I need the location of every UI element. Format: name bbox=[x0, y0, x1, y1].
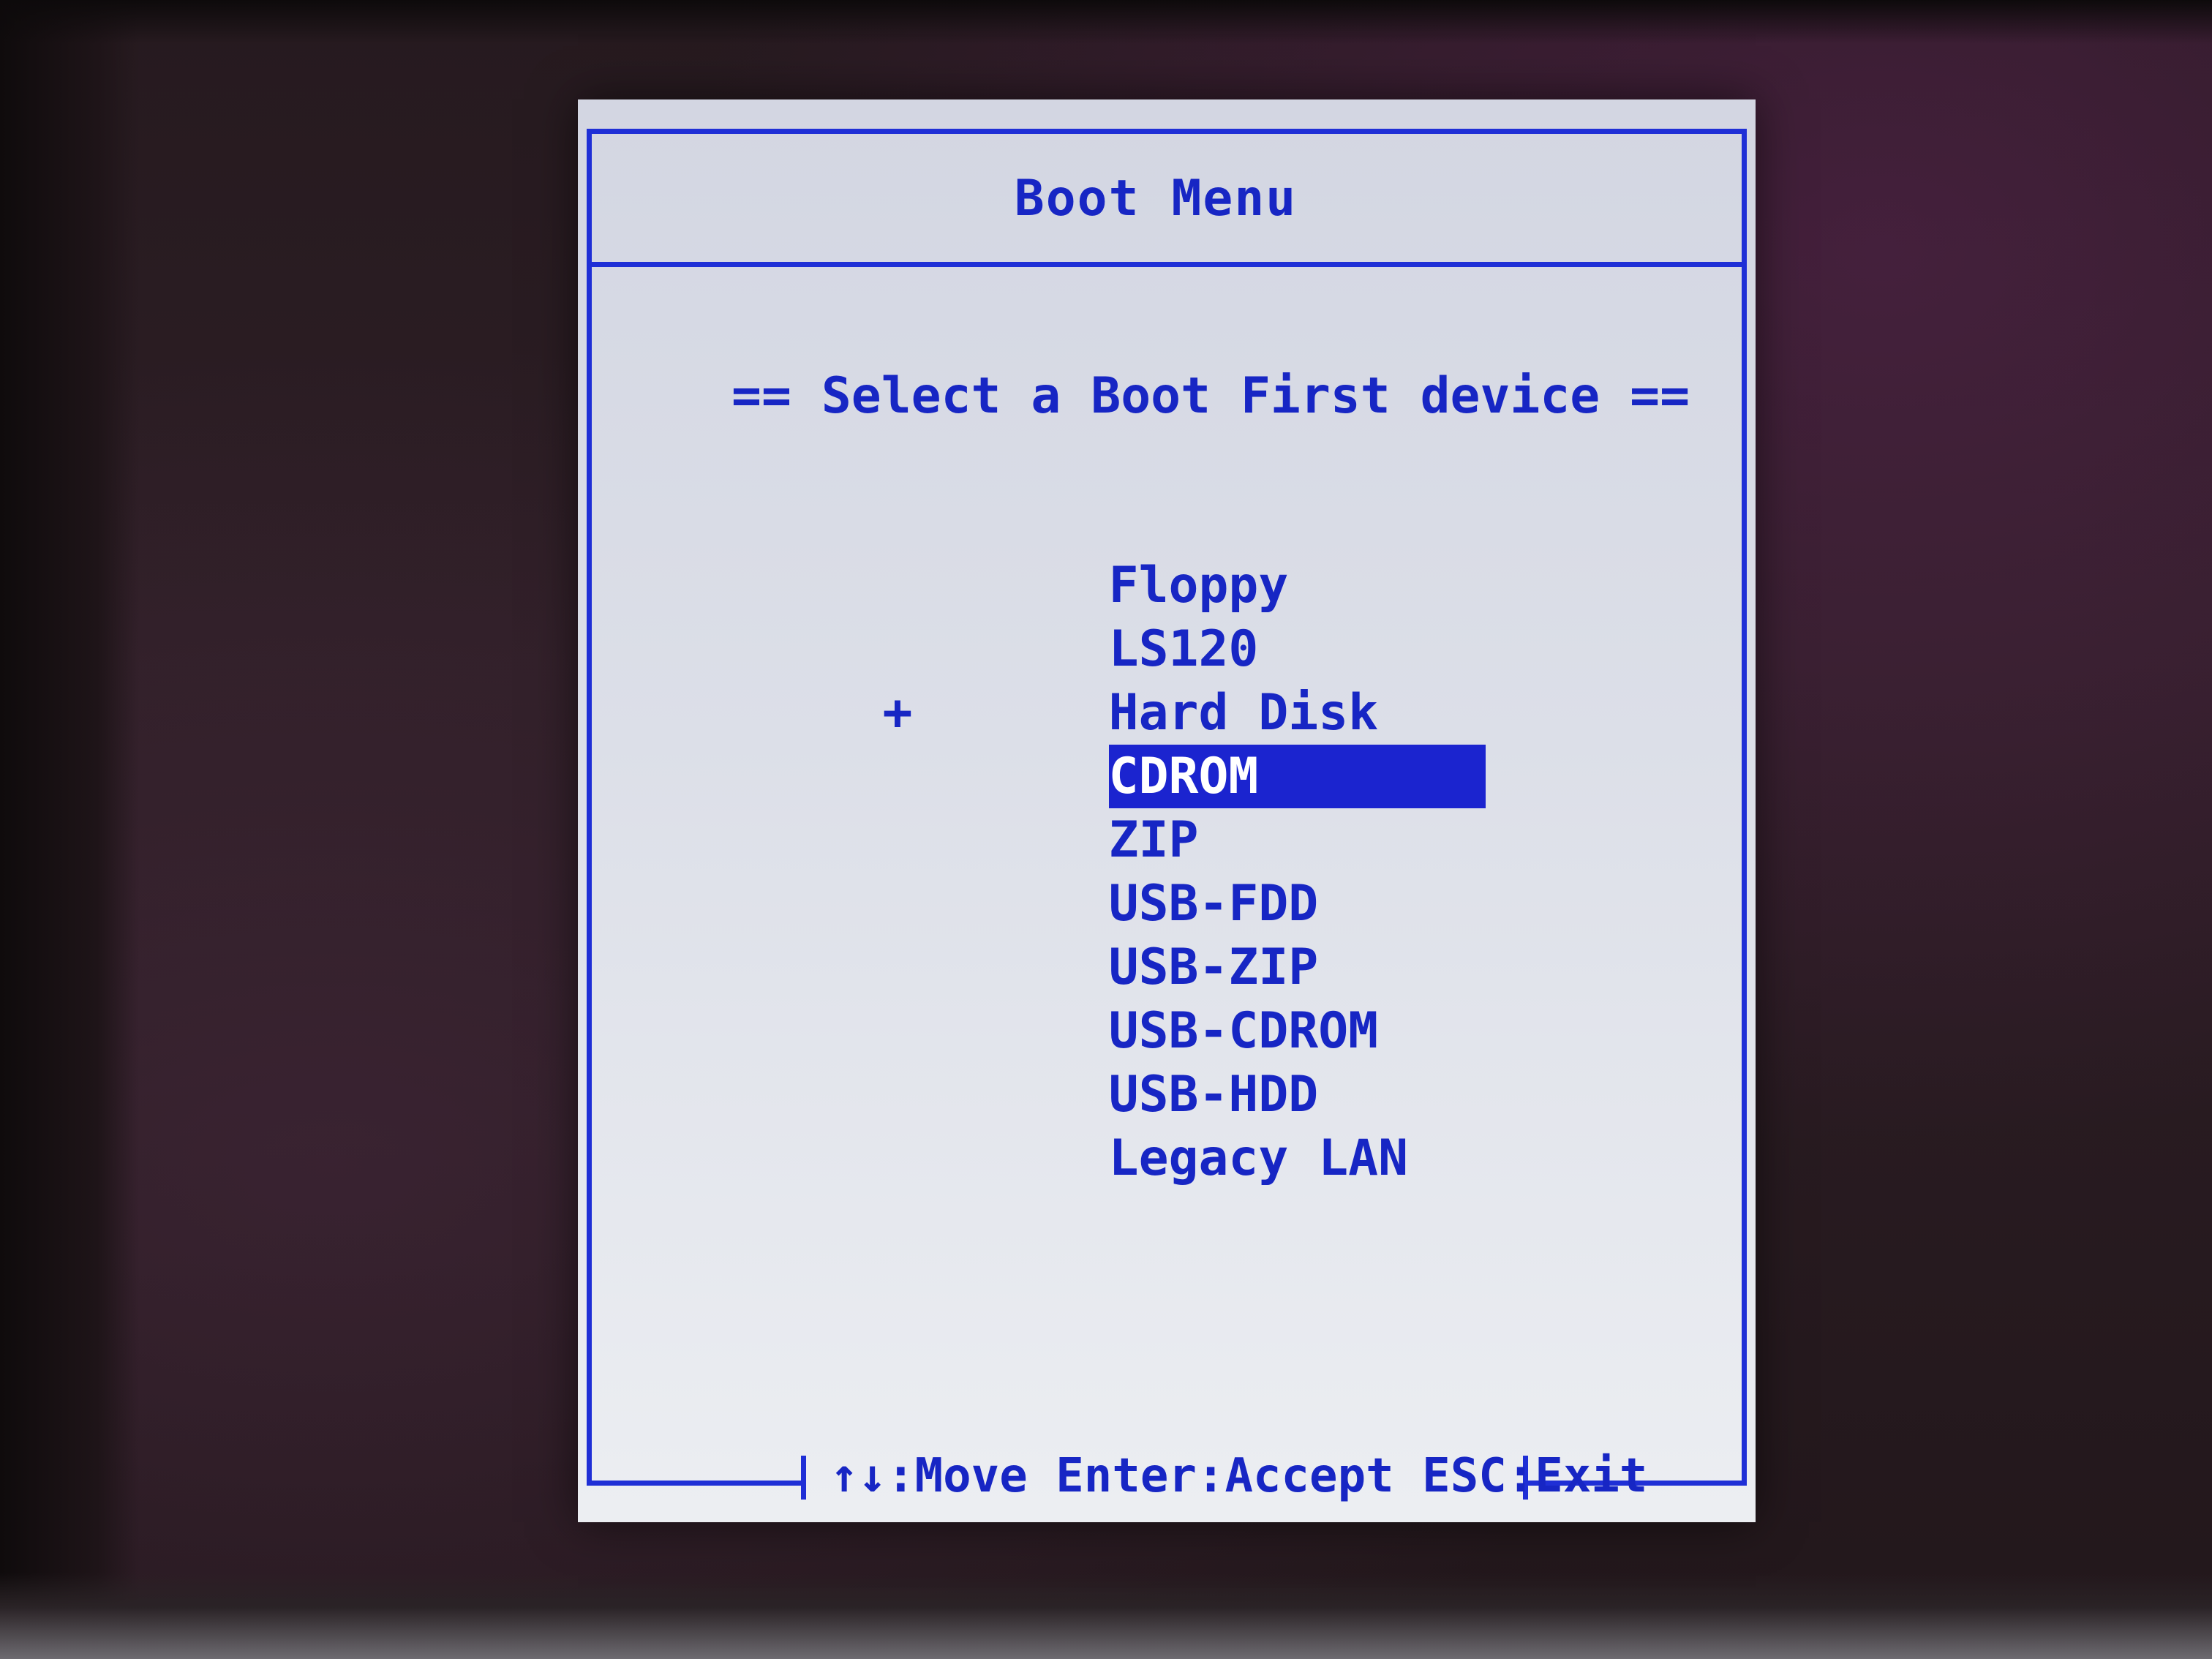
monitor-bezel-top-edge bbox=[0, 0, 2212, 44]
frame-right-line bbox=[1742, 129, 1747, 1486]
boot-device-item-ls120[interactable]: LS120 bbox=[929, 554, 1486, 678]
boot-device-list: Floppy LS120 + Hard Disk CDROM ZIP USB-FD… bbox=[883, 490, 1486, 1187]
boot-device-item-cdrom[interactable]: CDROM bbox=[929, 681, 1486, 808]
boot-device-item-usb-hdd[interactable]: USB-HDD bbox=[929, 999, 1486, 1124]
boot-device-item-hard-disk[interactable]: + Hard Disk bbox=[883, 617, 1486, 742]
key-help-footer: ↑↓:Move Enter:Accept ESC:Exit bbox=[830, 1449, 1648, 1503]
monitor-bezel-left-edge bbox=[0, 0, 139, 1659]
boot-device-label: Legacy LAN bbox=[1108, 1129, 1409, 1187]
monitor-bezel-bottom-edge bbox=[0, 1573, 2212, 1659]
frame-bottom-left-tick bbox=[801, 1456, 806, 1500]
frame-top-line bbox=[587, 129, 1747, 134]
boot-menu-title: Boot Menu bbox=[1014, 170, 1298, 227]
boot-device-item-usb-fdd[interactable]: USB-FDD bbox=[929, 808, 1486, 933]
select-device-prompt: == Select a Boot First device == bbox=[731, 367, 1690, 425]
boot-device-item-zip[interactable]: ZIP bbox=[929, 745, 1486, 869]
frame-left-line bbox=[587, 129, 592, 1486]
boot-device-item-floppy[interactable]: Floppy bbox=[929, 490, 1486, 614]
title-divider-line bbox=[587, 262, 1747, 267]
boot-device-item-legacy-lan[interactable]: Legacy LAN bbox=[929, 1063, 1486, 1187]
boot-menu-screen: Boot Menu == Select a Boot First device … bbox=[578, 99, 1756, 1522]
boot-device-item-usb-cdrom[interactable]: USB-CDROM bbox=[929, 936, 1486, 1060]
boot-device-item-usb-zip[interactable]: USB-ZIP bbox=[929, 872, 1486, 996]
frame-bottom-left-line bbox=[587, 1481, 806, 1486]
current-boot-marker: + bbox=[882, 684, 913, 742]
